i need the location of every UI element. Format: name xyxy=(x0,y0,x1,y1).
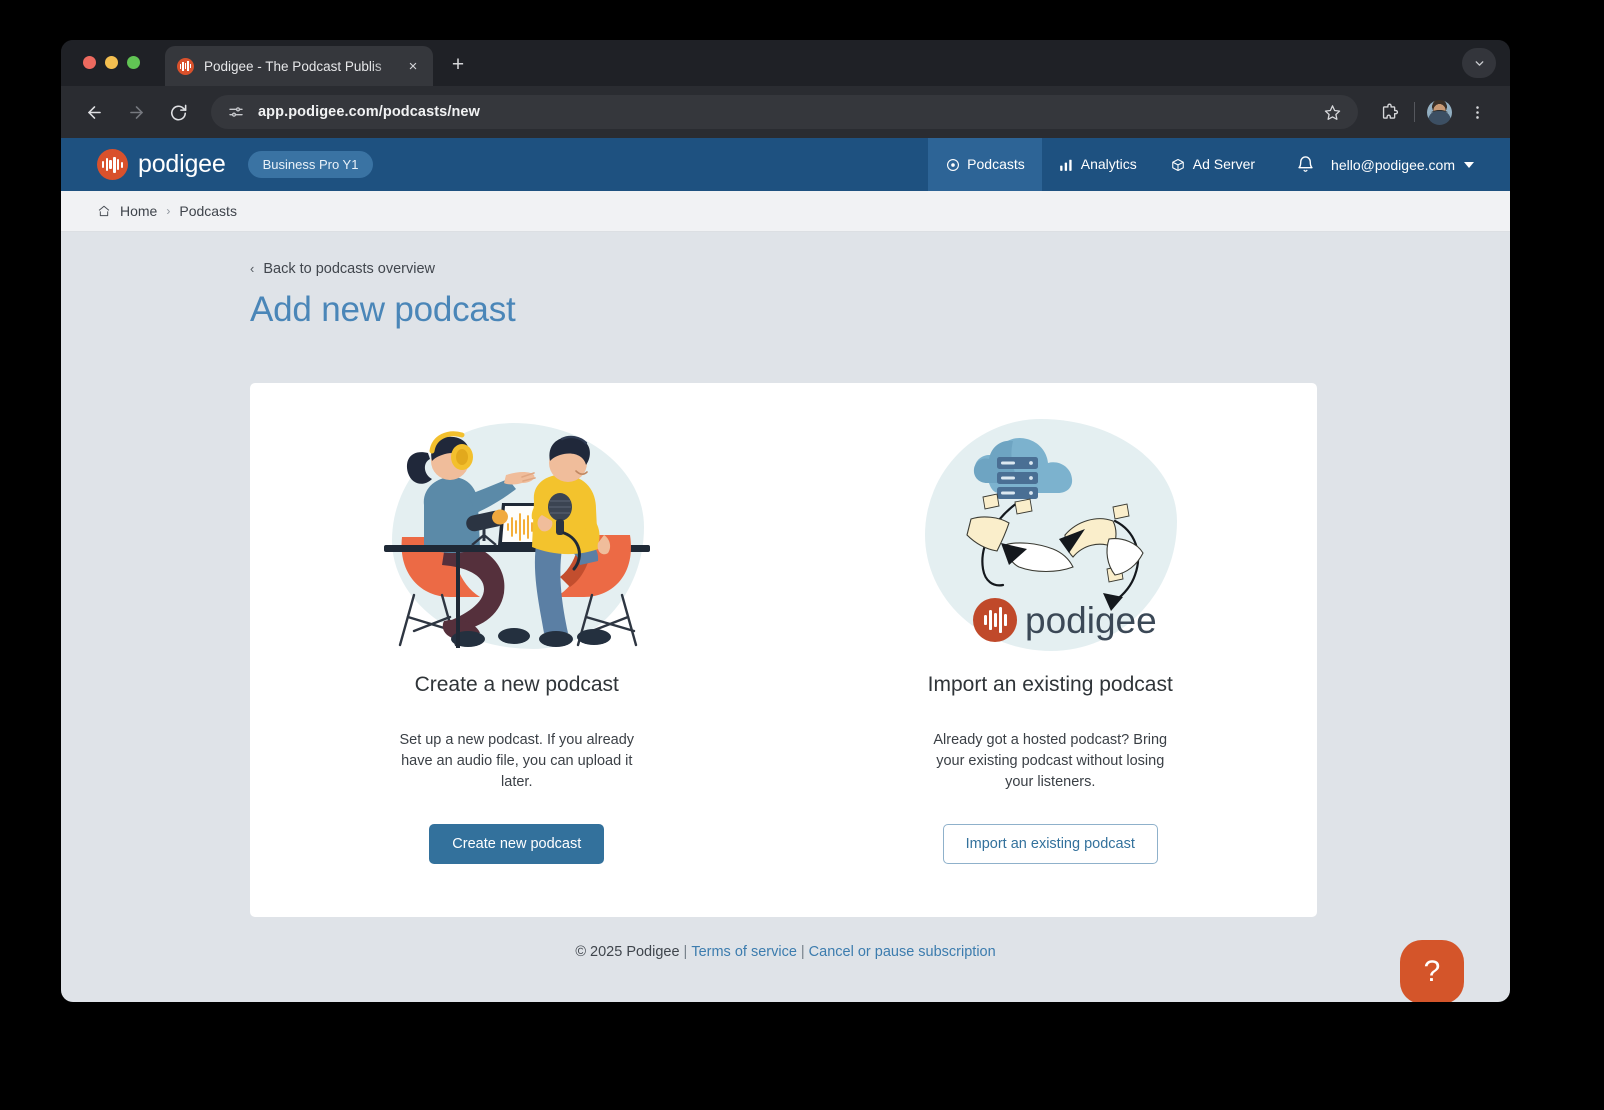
browser-back-button[interactable] xyxy=(79,97,109,127)
nav-item-analytics[interactable]: Analytics xyxy=(1042,138,1154,191)
analytics-bars-icon xyxy=(1059,157,1074,172)
breadcrumb-item-podcasts[interactable]: Podcasts xyxy=(179,203,237,219)
address-bar-url: app.podigee.com/podcasts/new xyxy=(258,104,480,120)
podigee-favicon xyxy=(177,57,194,75)
browser-tab-title: Podigee - The Podcast Publis xyxy=(204,58,382,74)
podcasts-circle-icon xyxy=(945,157,960,172)
tab-search-chevron-icon[interactable] xyxy=(1462,48,1496,78)
bookmark-star-icon[interactable] xyxy=(1320,100,1344,124)
svg-text:podigee: podigee xyxy=(1025,600,1157,641)
choice-card: Create a new podcast Set up a new podcas… xyxy=(250,383,1317,917)
podcast-migration-illustration: podigee xyxy=(917,417,1183,655)
footer-copyright: © 2025 Podigee xyxy=(575,944,680,960)
page-footer: © 2025 Podigee | Terms of service | Cancel o… xyxy=(61,944,1510,960)
breadcrumb: Home › Podcasts xyxy=(61,191,1510,232)
new-tab-button[interactable]: + xyxy=(445,53,471,79)
cancel-subscription-link[interactable]: Cancel or pause subscription xyxy=(809,944,996,960)
nav-item-ad-server-label: Ad Server xyxy=(1192,156,1256,172)
page-viewport: podigee Business Pro Y1 Podcasts Analyti… xyxy=(61,138,1510,1002)
bell-icon[interactable] xyxy=(1272,155,1331,174)
browser-window: Podigee - The Podcast Publis × + app.pod… xyxy=(61,40,1510,1002)
create-podcast-title: Create a new podcast xyxy=(414,673,619,696)
help-button[interactable]: ? xyxy=(1400,940,1464,1002)
chevron-left-icon: ‹ xyxy=(250,261,255,276)
footer-separator-2: | xyxy=(800,944,805,960)
footer-separator-1: | xyxy=(683,944,688,960)
close-tab-icon[interactable]: × xyxy=(403,56,423,76)
import-podcast-description: Already got a hosted podcast? Bring your… xyxy=(933,732,1168,791)
site-settings-icon[interactable] xyxy=(225,101,247,123)
address-bar[interactable]: app.podigee.com/podcasts/new xyxy=(211,95,1358,129)
app-header: podigee Business Pro Y1 Podcasts Analyti… xyxy=(61,138,1510,191)
back-to-podcasts-link[interactable]: ‹ Back to podcasts overview xyxy=(250,261,435,277)
breadcrumb-item-home[interactable]: Home xyxy=(120,203,157,219)
browser-reload-button[interactable] xyxy=(163,97,193,127)
browser-forward-button[interactable] xyxy=(121,97,151,127)
browser-toolbar: app.podigee.com/podcasts/new xyxy=(61,86,1510,138)
podigee-waveform-icon xyxy=(97,149,128,180)
podigee-logo[interactable]: podigee xyxy=(97,149,226,180)
nav-item-podcasts[interactable]: Podcasts xyxy=(928,138,1042,191)
ad-server-cube-icon xyxy=(1171,157,1186,172)
create-new-podcast-button[interactable]: Create new podcast xyxy=(429,824,605,865)
page-title: Add new podcast xyxy=(250,290,516,329)
brand-name: podigee xyxy=(138,150,226,178)
header-nav: Podcasts Analytics Ad Server hello@podig… xyxy=(928,138,1510,191)
account-menu[interactable]: hello@podigee.com xyxy=(1331,157,1510,173)
browser-tab-strip: Podigee - The Podcast Publis × + xyxy=(61,40,1510,86)
window-traffic-lights xyxy=(83,56,140,69)
toolbar-divider xyxy=(1414,102,1415,122)
import-existing-podcast-button[interactable]: Import an existing podcast xyxy=(942,824,1158,865)
podcast-studio-illustration xyxy=(383,417,650,655)
minimize-window-button[interactable] xyxy=(105,56,118,69)
maximize-window-button[interactable] xyxy=(127,56,140,69)
profile-avatar[interactable] xyxy=(1427,99,1452,125)
nav-item-podcasts-label: Podcasts xyxy=(967,156,1025,172)
chevron-down-icon xyxy=(1464,161,1474,168)
browser-tab[interactable]: Podigee - The Podcast Publis × xyxy=(165,46,433,86)
main-content: ‹ Back to podcasts overview Add new podc… xyxy=(61,232,1510,1002)
import-podcast-title: Import an existing podcast xyxy=(927,673,1173,696)
close-window-button[interactable] xyxy=(83,56,96,69)
browser-menu-button[interactable] xyxy=(1462,97,1492,127)
create-podcast-description: Set up a new podcast. If you already hav… xyxy=(399,732,635,791)
import-podcast-option: podigee Import an existing podcast Alrea… xyxy=(784,383,1318,917)
terms-of-service-link[interactable]: Terms of service xyxy=(691,944,797,960)
nav-item-ad-server[interactable]: Ad Server xyxy=(1154,138,1272,191)
nav-item-analytics-label: Analytics xyxy=(1080,156,1137,172)
back-link-label: Back to podcasts overview xyxy=(263,260,436,277)
extensions-puzzle-icon[interactable] xyxy=(1374,97,1404,127)
plan-badge[interactable]: Business Pro Y1 xyxy=(247,151,374,178)
home-icon xyxy=(97,204,111,218)
breadcrumb-separator: › xyxy=(166,204,171,218)
create-podcast-option: Create a new podcast Set up a new podcas… xyxy=(250,383,784,917)
account-email: hello@podigee.com xyxy=(1331,156,1455,173)
